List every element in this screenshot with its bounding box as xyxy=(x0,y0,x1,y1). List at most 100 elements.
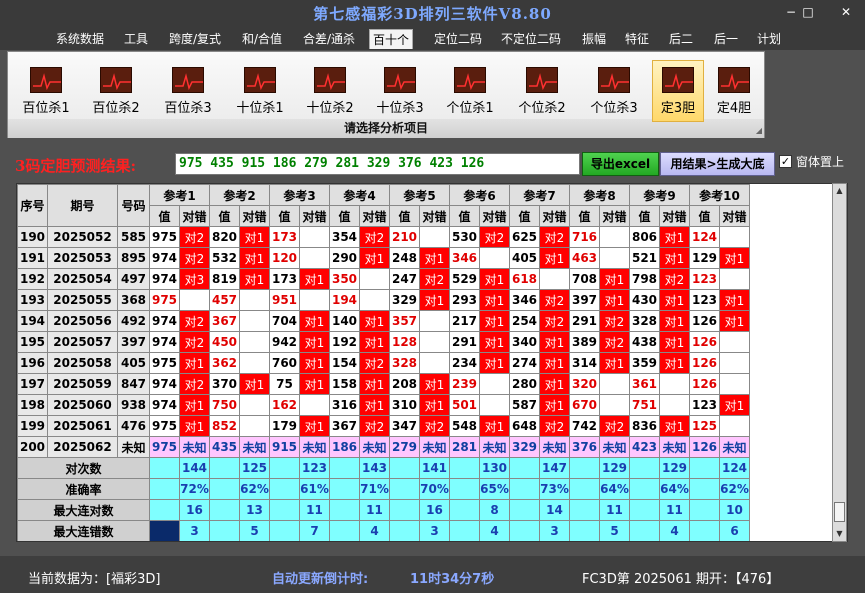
close-button[interactable]: ✕ xyxy=(835,4,857,20)
row-hit: 对2 xyxy=(599,310,630,332)
table-row[interactable]: 195 2025057 397 974 对2 450 942 对1 192 对1 128 291 对1 3… xyxy=(17,331,750,353)
ribbon-button-4[interactable]: 十位杀2 xyxy=(300,60,360,122)
stats-value: 5 xyxy=(599,520,630,541)
future-value: 186 xyxy=(329,436,360,458)
stats-label: 对次数 xyxy=(17,457,150,479)
row-hit: 对1 xyxy=(299,310,330,332)
ribbon-button-5[interactable]: 十位杀3 xyxy=(370,60,430,122)
future-value: 435 xyxy=(209,436,240,458)
row-value: 280 xyxy=(509,373,540,395)
chart-icon xyxy=(172,67,204,93)
table-row[interactable]: 199 2025061 476 975 对1 852 179 对1 367 对2 347 对2 548 对… xyxy=(17,415,750,437)
stats-label: 最大连对数 xyxy=(17,499,150,521)
menu-item-11[interactable]: 后一 xyxy=(709,29,743,49)
table-row[interactable]: 198 2025060 938 974 对1 750 162 316 对1 310 对1 501 587… xyxy=(17,394,750,416)
stats-spacer xyxy=(449,499,480,521)
app-window: { "window": {"title": "第七感福彩3D排列三软件V8.80… xyxy=(0,0,865,593)
row-hit: 对2 xyxy=(179,247,210,269)
menu-item-2[interactable]: 跨度/复式 xyxy=(163,29,227,49)
stats-spacer xyxy=(149,478,180,500)
row-hit xyxy=(239,289,270,311)
table-row[interactable]: 196 2025058 405 975 对1 362 760 对1 154 对2 328 234 对1 2… xyxy=(17,352,750,374)
stats-spacer xyxy=(149,499,180,521)
row-hit: 对1 xyxy=(299,352,330,374)
menu-item-10[interactable]: 后二 xyxy=(664,29,698,49)
ribbon-button-7[interactable]: 个位杀2 xyxy=(512,60,572,122)
generate-base-button[interactable]: 用结果>生成大底 xyxy=(660,152,775,176)
vertical-scrollbar[interactable]: ▲ ▼ xyxy=(832,183,847,542)
stats-spacer xyxy=(389,478,420,500)
table-row[interactable]: 194 2025056 492 974 对2 367 704 对1 140 对1 357 217 对1 2… xyxy=(17,310,750,332)
stats-spacer xyxy=(329,457,360,479)
stats-spacer xyxy=(329,478,360,500)
future-hit: 未知 xyxy=(419,436,450,458)
scroll-down-icon[interactable]: ▼ xyxy=(833,527,846,541)
menu-item-12[interactable]: 计划 xyxy=(754,29,784,49)
row-value: 974 xyxy=(149,247,180,269)
row-value: 367 xyxy=(329,415,360,437)
future-hit: 未知 xyxy=(539,436,570,458)
future-row[interactable]: 200 2025062 未知 975 未知 435 未知 915 未知 186 未知 279 未知 281… xyxy=(17,436,750,458)
maximize-button[interactable]: □ xyxy=(797,4,819,20)
ribbon-button-0[interactable]: 百位杀1 xyxy=(16,60,76,122)
menu-item-4[interactable]: 合差/通杀 xyxy=(298,29,360,49)
menu-item-9[interactable]: 特征 xyxy=(620,29,654,49)
row-value: 291 xyxy=(449,331,480,353)
ribbon-button-2[interactable]: 百位杀3 xyxy=(158,60,218,122)
table-row[interactable]: 197 2025059 847 974 对2 370 对1 75 对1 158 对1 208 对1 239… xyxy=(17,373,750,395)
table-row[interactable]: 191 2025053 895 974 对2 532 对1 120 290 对1 248 对1 346 4… xyxy=(17,247,750,269)
future-value: 126 xyxy=(689,436,720,458)
menu-item-6[interactable]: 定位二码 xyxy=(428,29,488,49)
header-group: 参考8 xyxy=(569,184,630,206)
menu-item-8[interactable]: 振幅 xyxy=(577,29,611,49)
row-value: 670 xyxy=(569,394,600,416)
row-value: 350 xyxy=(329,268,360,290)
table-row[interactable]: 190 2025052 585 975 对2 820 对1 173 354 对2 210 530 对2 6… xyxy=(17,226,750,248)
ribbon-button-8[interactable]: 个位杀3 xyxy=(584,60,644,122)
stay-on-top-checkbox[interactable]: ✓ xyxy=(779,155,792,168)
row-hit xyxy=(719,415,750,437)
row-period: 2025052 xyxy=(47,226,118,248)
result-field[interactable]: 975 435 915 186 279 281 329 376 423 126 xyxy=(175,153,580,175)
menu-item-5[interactable]: 百十个 xyxy=(369,29,413,49)
ribbon-button-1[interactable]: 百位杀2 xyxy=(86,60,146,122)
row-value: 974 xyxy=(149,373,180,395)
row-value: 208 xyxy=(389,373,420,395)
chart-icon xyxy=(30,67,62,93)
row-hit: 对1 xyxy=(179,415,210,437)
stats-spacer xyxy=(509,457,540,479)
row-value: 123 xyxy=(689,289,720,311)
row-value: 974 xyxy=(149,268,180,290)
header-seq: 序号 xyxy=(17,184,48,227)
stats-label: 准确率 xyxy=(17,478,150,500)
ribbon-button-10[interactable]: 定4胆 xyxy=(708,60,760,122)
table-row[interactable]: 192 2025054 497 974 对3 819 对1 173 对1 350 247 对2 529 对… xyxy=(17,268,750,290)
header-row: 序号 期号 号码 参考1 参考2 参考3 参考4 参考5 参考6 参考7 参考8 参考9 参考10 xyxy=(17,184,750,227)
stats-value: 64% xyxy=(599,478,630,500)
row-hit xyxy=(719,268,750,290)
future-value: 281 xyxy=(449,436,480,458)
prediction-table: 序号 期号 号码 参考1 参考2 参考3 参考4 参考5 参考6 参考7 参考8 参考9 参考10 值对错… xyxy=(17,184,750,541)
scroll-up-icon[interactable]: ▲ xyxy=(833,184,846,198)
ribbon-button-6[interactable]: 个位杀1 xyxy=(440,60,500,122)
row-code: 497 xyxy=(117,268,150,290)
export-excel-button[interactable]: 导出excel xyxy=(582,152,659,176)
ribbon-button-9[interactable]: 定3胆 xyxy=(652,60,704,122)
row-hit: 对1 xyxy=(479,310,510,332)
table-row[interactable]: 193 2025055 368 975 457 951 194 329 对1 293 对1 346 对2… xyxy=(17,289,750,311)
menu-item-1[interactable]: 工具 xyxy=(118,29,154,49)
row-hit: 对1 xyxy=(479,268,510,290)
row-hit: 对1 xyxy=(719,310,750,332)
result-label: 3码定胆预测结果: xyxy=(15,157,136,175)
menu-item-3[interactable]: 和/合值 xyxy=(236,29,288,49)
stats-spacer xyxy=(629,478,660,500)
row-value: 742 xyxy=(569,415,600,437)
row-hit: 对1 xyxy=(659,331,690,353)
row-hit xyxy=(479,394,510,416)
row-hit xyxy=(239,331,270,353)
ribbon-button-3[interactable]: 十位杀1 xyxy=(230,60,290,122)
menu-item-7[interactable]: 不定位二码 xyxy=(496,29,566,49)
scroll-thumb[interactable] xyxy=(834,502,845,522)
ribbon-expand-icon[interactable]: ◢ xyxy=(756,126,762,135)
menu-item-0[interactable]: 系统数据 xyxy=(52,29,108,49)
